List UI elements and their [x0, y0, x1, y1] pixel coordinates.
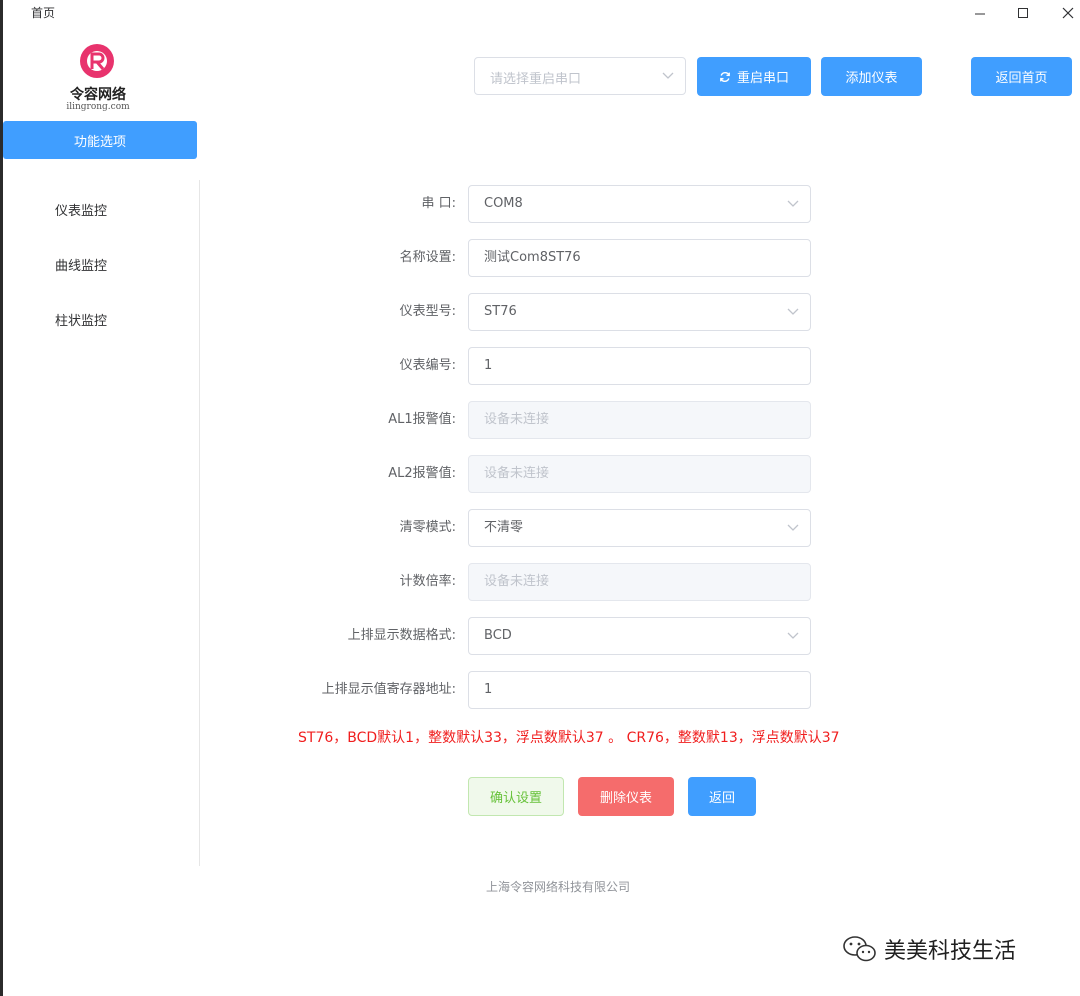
meter-number-value: 1: [484, 358, 493, 373]
register-address-label: 上排显示值寄存器地址:: [321, 682, 456, 697]
minimize-button[interactable]: [960, 0, 1000, 26]
refresh-icon: [720, 71, 730, 82]
minimize-icon: [975, 13, 985, 15]
meter-number-label: 仪表编号:: [399, 358, 456, 373]
count-ratio-value: 设备未连接: [484, 574, 550, 589]
reset-mode-select[interactable]: 不清零: [468, 509, 811, 547]
maximize-button[interactable]: [1003, 0, 1043, 26]
confirm-settings-button[interactable]: 确认设置: [468, 777, 564, 816]
chevron-down-icon: [787, 524, 799, 531]
port-value: COM8: [484, 196, 523, 211]
chevron-down-icon: [787, 200, 799, 207]
name-label: 名称设置:: [399, 250, 456, 265]
sidebar-item-bar-monitor[interactable]: 柱状监控: [55, 310, 107, 329]
sidebar-item-curve-monitor[interactable]: 曲线监控: [55, 255, 107, 274]
al2-alarm-label: AL2报警值:: [388, 466, 456, 481]
title-bar: 首页: [0, 0, 1080, 26]
logo-icon: [80, 44, 114, 78]
al1-alarm-label: AL1报警值:: [388, 412, 456, 427]
meter-number-input[interactable]: 1: [468, 347, 811, 385]
reset-mode-value: 不清零: [484, 520, 524, 535]
logo-name: 令容网络: [70, 87, 126, 103]
display-format-select[interactable]: BCD: [468, 617, 811, 655]
logo-domain: ilingrong.com: [66, 102, 130, 112]
restart-port-select[interactable]: 请选择重启串口: [474, 57, 686, 95]
al2-alarm-input: 设备未连接: [468, 455, 811, 493]
wechat-icon: [843, 936, 876, 962]
chevron-down-icon: [787, 632, 799, 639]
sidebar-item-meter-monitor[interactable]: 仪表监控: [55, 200, 107, 219]
restart-port-label: 重启串口: [736, 71, 789, 86]
restart-port-placeholder: 请选择重启串口: [490, 72, 582, 87]
al1-alarm-value: 设备未连接: [484, 412, 550, 427]
name-value: 测试Com8ST76: [484, 250, 581, 265]
count-ratio-label: 计数倍率:: [399, 574, 456, 589]
back-home-button[interactable]: 返回首页: [971, 57, 1072, 96]
back-button[interactable]: 返回: [688, 777, 756, 816]
delete-meter-button[interactable]: 删除仪表: [578, 777, 674, 816]
model-value: ST76: [484, 304, 517, 319]
al1-alarm-input: 设备未连接: [468, 401, 811, 439]
register-address-value: 1: [484, 682, 493, 697]
register-address-input[interactable]: 1: [468, 671, 811, 709]
port-select[interactable]: COM8: [468, 185, 811, 223]
maximize-icon: [1018, 8, 1028, 18]
chevron-down-icon: [787, 308, 799, 315]
restart-port-button[interactable]: 重启串口: [697, 57, 811, 96]
al2-alarm-value: 设备未连接: [484, 466, 550, 481]
sidebar-header[interactable]: 功能选项: [3, 121, 197, 159]
name-input[interactable]: 测试Com8ST76: [468, 239, 811, 277]
close-icon: [1062, 7, 1074, 19]
model-label: 仪表型号:: [399, 304, 456, 319]
port-label: 串 口:: [421, 196, 456, 211]
reset-mode-label: 清零模式:: [399, 520, 456, 535]
model-select[interactable]: ST76: [468, 293, 811, 331]
company-footer: 上海令容网络科技有限公司: [485, 880, 630, 894]
register-hint-text: ST76，BCD默认1，整数默认33，浮点数默认37 。 CR76，整数默13，…: [298, 730, 840, 746]
count-ratio-input: 设备未连接: [468, 563, 811, 601]
watermark: 美美科技生活: [842, 933, 1016, 965]
display-format-label: 上排显示数据格式:: [347, 628, 456, 643]
display-format-value: BCD: [484, 628, 512, 643]
close-button[interactable]: [1048, 0, 1080, 26]
watermark-text: 美美科技生活: [884, 939, 1017, 964]
window-title: 首页: [31, 6, 56, 20]
chevron-down-icon: [662, 72, 674, 79]
add-meter-button[interactable]: 添加仪表: [821, 57, 922, 96]
